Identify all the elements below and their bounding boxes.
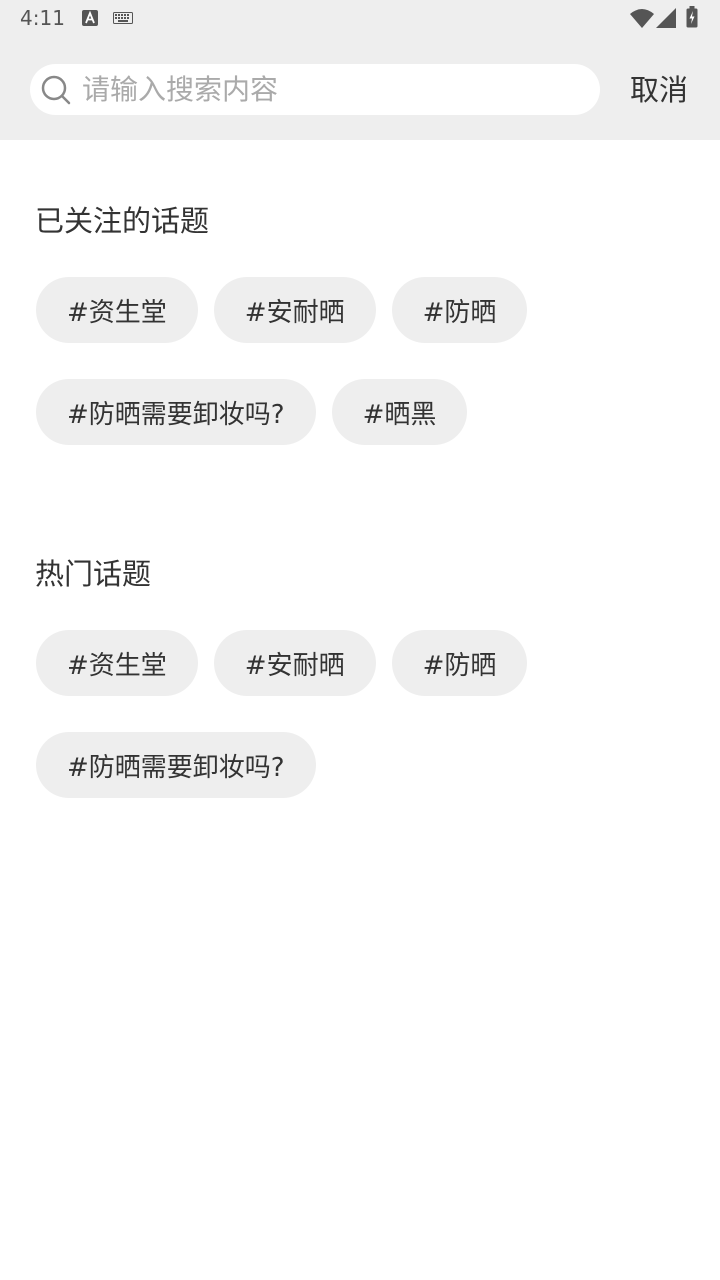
status-time: 4:11 [20, 6, 65, 30]
followed-topics-title: 已关注的话题 [35, 204, 210, 238]
search-box[interactable] [30, 64, 600, 115]
topic-chip[interactable]: #资生堂 [36, 630, 198, 696]
followed-topics-row-1: #资生堂 #安耐晒 #防晒 [36, 277, 528, 343]
battery-charging-icon [686, 6, 698, 28]
hot-topics-row-2: #防晒需要卸妆吗? [36, 732, 316, 798]
topic-chip[interactable]: #安耐晒 [213, 630, 376, 696]
topic-chip[interactable]: #资生堂 [36, 277, 198, 343]
search-header: 取消 [0, 36, 720, 140]
wifi-icon [630, 9, 654, 28]
cancel-button[interactable]: 取消 [630, 70, 688, 110]
search-input[interactable] [82, 64, 582, 115]
keyboard-icon [113, 12, 133, 24]
topic-chip[interactable]: #防晒需要卸妆吗? [36, 732, 316, 798]
topic-chip[interactable]: #防晒 [391, 277, 528, 343]
hot-topics-row-1: #资生堂 #安耐晒 #防晒 [36, 630, 528, 696]
signal-icon [656, 8, 676, 28]
topic-chip[interactable]: #安耐晒 [213, 277, 376, 343]
status-bar: 4:11 [0, 0, 720, 36]
topic-chip[interactable]: #晒黑 [331, 379, 468, 445]
followed-topics-row-2: #防晒需要卸妆吗? #晒黑 [36, 379, 468, 445]
hot-topics-title: 热门话题 [35, 557, 152, 591]
topic-chip[interactable]: #防晒 [391, 630, 528, 696]
search-icon [41, 75, 71, 105]
text-a-icon [82, 10, 98, 26]
topic-chip[interactable]: #防晒需要卸妆吗? [36, 379, 316, 445]
